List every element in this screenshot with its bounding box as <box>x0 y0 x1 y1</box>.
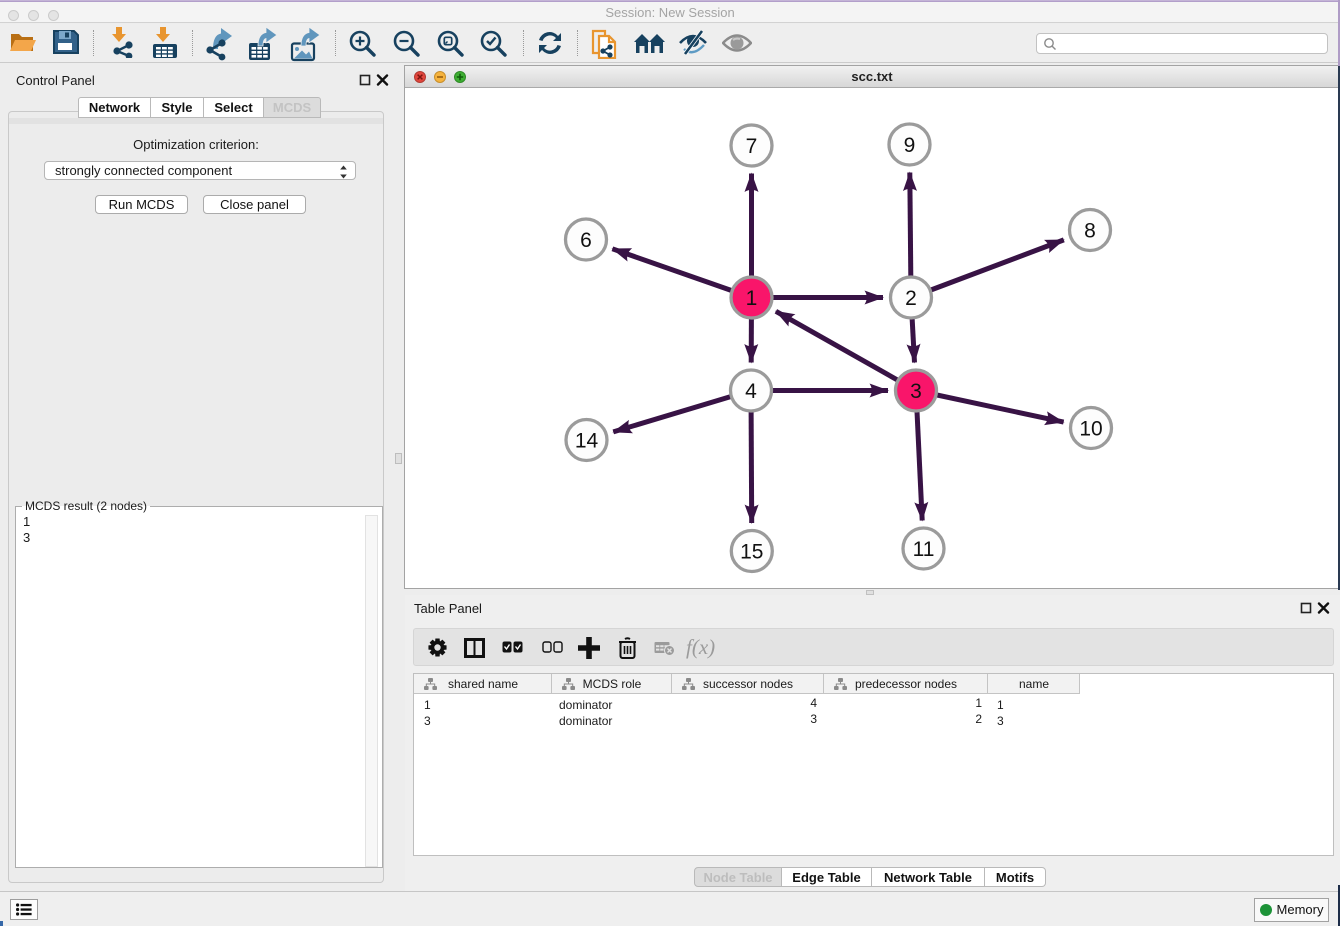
svg-text:9: 9 <box>904 134 916 157</box>
svg-text:3: 3 <box>910 380 922 403</box>
svg-text:10: 10 <box>1079 418 1102 441</box>
svg-text:8: 8 <box>1084 220 1096 243</box>
svg-text:15: 15 <box>740 541 763 564</box>
svg-text:6: 6 <box>580 229 592 252</box>
svg-text:7: 7 <box>746 135 758 158</box>
svg-text:4: 4 <box>745 380 757 403</box>
svg-text:1: 1 <box>746 287 758 310</box>
svg-text:2: 2 <box>905 287 917 310</box>
svg-text:11: 11 <box>913 538 935 561</box>
svg-text:14: 14 <box>575 430 599 453</box>
